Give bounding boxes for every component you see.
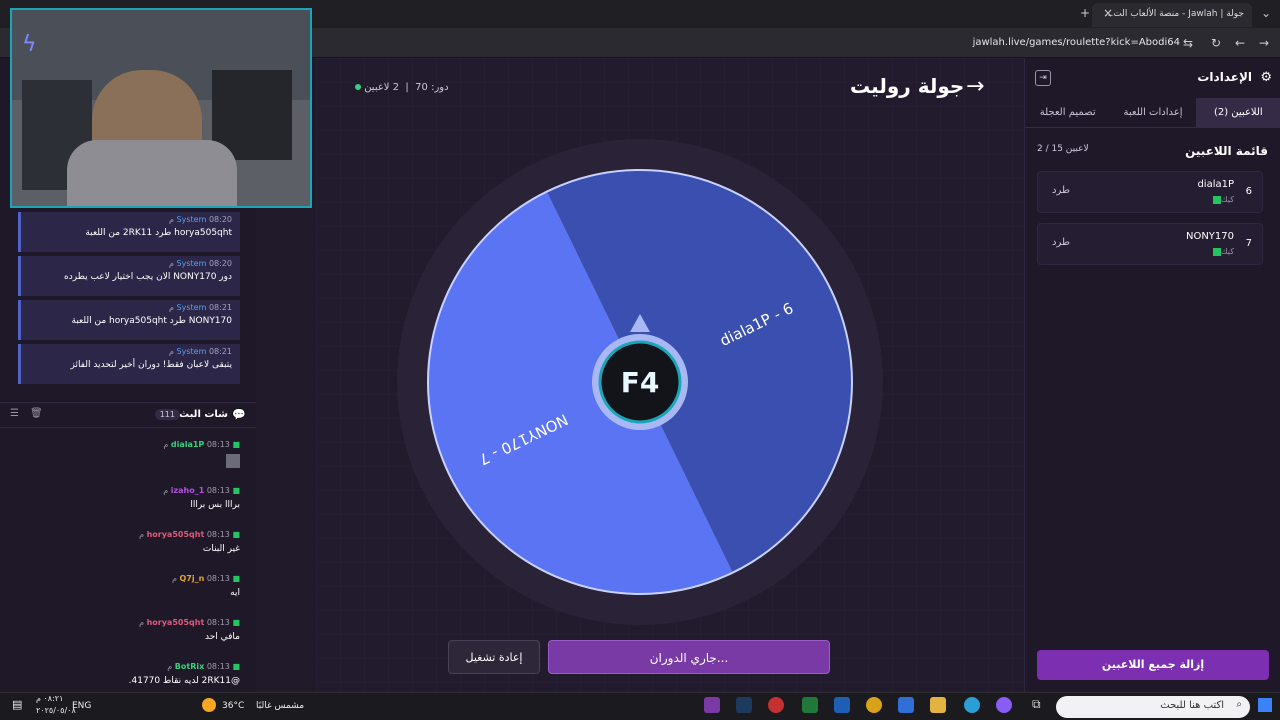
player-source: كيك	[1210, 247, 1234, 256]
notification-icon[interactable]: ▤	[12, 698, 22, 711]
chat-header: 💬 شات البث 111 🗑 ☰	[0, 402, 256, 428]
search-icon: ⌕	[1236, 699, 1242, 710]
app-jawlah-icon[interactable]	[704, 697, 720, 713]
player-number: 6	[1245, 186, 1252, 197]
chat-bubble-icon: 💬	[232, 408, 246, 421]
chat-title: شات البث	[179, 409, 228, 420]
settings-panel: ⚙ الإعدادات ⇥ اللاعبين (2) إعدادات اللعب…	[1024, 58, 1280, 692]
wheel-logo-text: F4	[621, 366, 660, 399]
steam-icon[interactable]	[736, 697, 752, 713]
back-arrow-icon[interactable]: →	[1256, 35, 1272, 51]
forward-arrow-icon[interactable]: ←	[1232, 35, 1248, 51]
streamer-shirt	[67, 140, 237, 206]
taskbar-search[interactable]: اكتب هنا للبحث ⌕	[1056, 696, 1250, 718]
chat-menu-icon[interactable]: ☰	[10, 408, 19, 419]
new-tab-button[interactable]: +	[1077, 5, 1093, 21]
kick-icon	[1213, 195, 1222, 204]
online-dot-icon	[355, 84, 361, 90]
settings-tabs: اللاعبين (2) إعدادات اللعبة تصميم العجلة	[1025, 98, 1280, 128]
chat-message: ■ BotRix 08:13 م @2RK11 لديه نقاط 41770.	[128, 662, 240, 686]
tab-title: جولة | Jawlah - منصة الألعاب الت...	[1104, 9, 1244, 19]
record-icon[interactable]	[768, 697, 784, 713]
turn-label: دور: 70	[415, 82, 449, 93]
weather-icon	[202, 698, 216, 712]
folder-icon[interactable]	[930, 697, 946, 713]
player-row: 7 NONY170 كيك طرد	[1037, 223, 1263, 265]
system-message: System 08:21 م NONY170 طرد horya505qht م…	[18, 300, 240, 340]
collapse-panel-icon[interactable]: ⇥	[1035, 70, 1051, 86]
page-title: جولة روليت	[850, 74, 965, 98]
tab-game-settings[interactable]: إعدادات اللعبة	[1110, 98, 1195, 127]
replay-button[interactable]: إعادة تشغيل	[448, 640, 540, 674]
excel-icon[interactable]	[802, 697, 818, 713]
store-icon[interactable]	[898, 697, 914, 713]
taskbar: اكتب هنا للبحث ⌕ ⧉ 36°C مشمس غالبًا ENG …	[0, 692, 1280, 720]
chat-user: izaho_1	[170, 486, 205, 495]
chat-message: ■ horya505qht 08:13 م غير البنات	[139, 530, 240, 554]
players-count: 2 لاعبين	[364, 82, 400, 93]
chat-message: ■ horya505qht 08:13 م مافي احد	[139, 618, 240, 642]
chat-message: ■ diala1P 08:13 م	[10, 440, 240, 471]
chat-message: ■ izaho_1 08:13 م برااا بس برااا	[163, 486, 240, 510]
system-message: System 08:20 م دور NONY170 الان يجب اختي…	[18, 256, 240, 296]
chrome-icon[interactable]	[866, 697, 882, 713]
chat-user: diala1P	[170, 440, 205, 449]
kick-player-button[interactable]: طرد	[1052, 185, 1070, 196]
roulette-wheel: diala1P - 6NONY170 - 7 F4	[397, 139, 883, 625]
spin-button[interactable]: جاري الدوران...	[548, 640, 830, 674]
player-list-count: 2 / 15 لاعبين	[1037, 144, 1089, 154]
settings-title: الإعدادات	[1197, 70, 1252, 84]
weather-text: مشمس غالبًا	[256, 701, 305, 711]
remove-all-players-button[interactable]: إزالة جميع اللاعبين	[1037, 650, 1269, 680]
chat-count-badge: 111	[154, 409, 180, 420]
chat-message: ■ Q7j_n 08:13 م ايه	[171, 574, 240, 598]
weather-temp: 36°C	[222, 701, 245, 711]
back-arrow-icon[interactable]: →	[966, 74, 984, 99]
webcam-overlay: ϟ	[10, 8, 312, 208]
player-list-title: قائمة اللاعبين	[1185, 144, 1268, 158]
task-view-icon[interactable]: ⧉	[1032, 697, 1041, 712]
start-icon[interactable]	[1258, 698, 1272, 712]
copilot-icon[interactable]	[996, 697, 1012, 713]
trash-icon[interactable]: 🗑	[30, 408, 43, 419]
player-source: كيك	[1210, 195, 1234, 204]
outlook-icon[interactable]	[834, 697, 850, 713]
chat-user: horya505qht	[146, 618, 205, 627]
clock-time: ٠٨:٢١ م	[36, 694, 64, 703]
kick-player-button[interactable]: طرد	[1052, 237, 1070, 248]
player-name: diala1P	[1197, 179, 1234, 190]
edge-icon[interactable]	[964, 697, 980, 713]
site-settings-icon[interactable]: ⇆	[1180, 35, 1196, 51]
system-message: System 08:20 م horya505qht طرد 2RK11 من …	[18, 212, 240, 252]
close-tab-icon[interactable]: ×	[1100, 5, 1116, 21]
player-name: NONY170	[1185, 231, 1234, 242]
chat-user: BotRix	[174, 662, 205, 671]
chat-user: Q7j_n	[179, 574, 205, 583]
player-row: 6 diala1P كيك طرد	[1037, 171, 1263, 213]
reload-icon[interactable]: ↻	[1208, 35, 1224, 51]
clock-date: ٢٠٢٥/٠٥/٠٨	[36, 706, 76, 715]
emote-image	[226, 454, 240, 468]
player-number: 7	[1245, 238, 1252, 249]
tab-wheel-design[interactable]: تصميم العجلة	[1025, 98, 1110, 127]
chat-user: horya505qht	[146, 530, 205, 539]
system-message: System 08:21 م يتبقى لاعبان فقط! دوران أ…	[18, 344, 240, 384]
tab-players[interactable]: اللاعبين (2)	[1195, 98, 1280, 127]
url-field[interactable]: jawlah.live/games/roulette?kick=Abodi64	[973, 37, 1180, 48]
browser-tab[interactable]: جولة | Jawlah - منصة الألعاب الت...	[1092, 3, 1252, 27]
tab-menu-icon[interactable]: ⌄	[1258, 5, 1274, 21]
gear-icon: ⚙	[1260, 70, 1272, 85]
kick-icon	[1213, 247, 1222, 256]
players-status: دور: 70 | 2 لاعبين	[352, 82, 449, 93]
lightning-icon: ϟ	[22, 32, 37, 57]
